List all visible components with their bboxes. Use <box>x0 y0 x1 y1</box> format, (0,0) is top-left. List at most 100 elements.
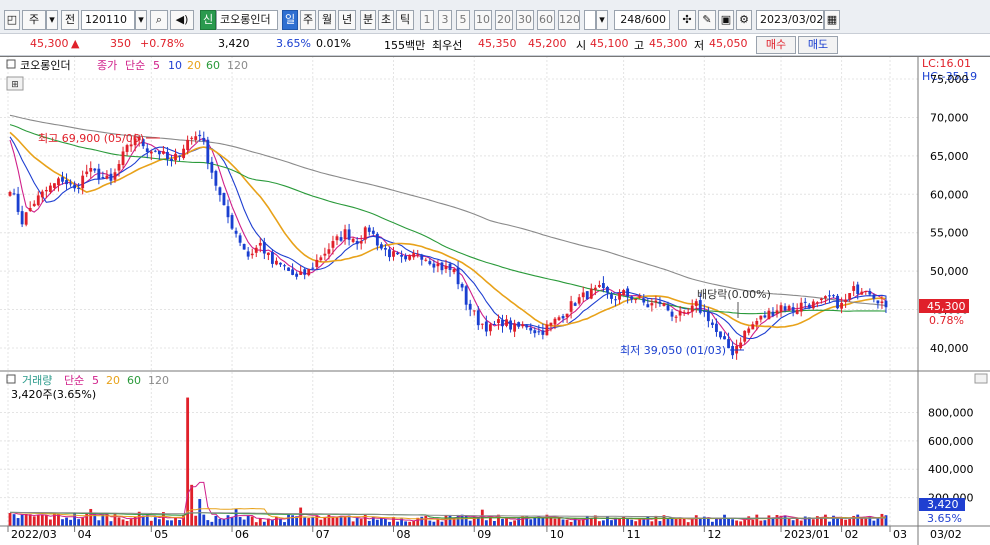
market-type-chevron-down-icon[interactable]: ▾ <box>46 10 58 30</box>
interval-chevron-down-icon[interactable]: ▾ <box>596 10 608 30</box>
candle-body <box>589 288 593 299</box>
x-tick-label: 02 <box>845 528 859 541</box>
volume-bar <box>226 515 230 526</box>
chart-layout-icon[interactable]: ◰ <box>4 10 20 30</box>
volume-bar <box>706 518 710 526</box>
volume-bar <box>8 513 12 526</box>
volume-bar <box>81 517 85 526</box>
volume-bar <box>186 397 190 526</box>
volume-bar <box>799 520 803 526</box>
volume-bar <box>412 520 416 526</box>
interval-button-30[interactable]: 30 <box>516 10 534 30</box>
interval-button-3[interactable]: 3 <box>438 10 452 30</box>
candle-body <box>476 310 480 326</box>
volume-bar <box>275 516 278 526</box>
volume-bar <box>569 521 573 526</box>
candle-body <box>658 301 662 304</box>
volume-bar <box>819 517 823 526</box>
candle-body <box>561 316 565 319</box>
sell-button[interactable]: 매도 <box>798 36 838 54</box>
volume-bar <box>602 520 605 526</box>
gear-icon[interactable]: ⚙ <box>736 10 752 30</box>
interval-custom-input[interactable] <box>584 10 596 30</box>
interval-button-1[interactable]: 1 <box>420 10 434 30</box>
candle-body <box>125 145 129 152</box>
calendar-icon[interactable]: ▦ <box>824 10 840 30</box>
volume-bar <box>638 519 642 526</box>
candle-body <box>509 320 512 330</box>
period-button-week[interactable]: 주 <box>300 10 316 30</box>
volume-bar <box>731 519 734 526</box>
trust-badge[interactable]: 신 <box>200 10 216 30</box>
candle-body <box>791 307 795 312</box>
period-button-minute[interactable]: 분 <box>360 10 376 30</box>
candle-body <box>202 137 206 142</box>
speaker-icon[interactable]: ◀) <box>170 10 194 30</box>
stock-code-chevron-down-icon[interactable]: ▾ <box>135 10 147 30</box>
interval-button-120[interactable]: 120 <box>558 10 580 30</box>
candle-body <box>12 193 16 195</box>
buy-button[interactable]: 매수 <box>756 36 796 54</box>
candle-body <box>388 249 391 258</box>
volume-bar <box>840 517 843 526</box>
date-input[interactable]: 2023/03/02 <box>756 10 824 30</box>
stock-code-input[interactable]: 120110 <box>81 10 135 30</box>
candle-body <box>145 148 149 152</box>
candle-body <box>719 331 722 338</box>
volume-tick-label: 600,000 <box>928 435 974 448</box>
volume-bar <box>444 515 448 526</box>
candle-body <box>53 183 56 188</box>
period-button-year[interactable]: 년 <box>338 10 356 30</box>
volume-bar <box>658 521 662 526</box>
interval-button-60[interactable]: 60 <box>537 10 555 30</box>
interval-button-10[interactable]: 10 <box>474 10 492 30</box>
volume-bar <box>828 521 831 526</box>
high-label: 고 <box>634 39 645 52</box>
candle-body <box>464 286 468 305</box>
volume-bar <box>69 519 72 526</box>
crosshair-icon[interactable]: ✣ <box>678 10 696 30</box>
x-tick-label: 2022/03 <box>11 528 57 541</box>
candle-body <box>497 319 500 324</box>
volume-bar <box>876 517 880 526</box>
candle-body <box>335 236 339 241</box>
drawing-tools-icon[interactable]: ✎ <box>698 10 716 30</box>
candle-body <box>28 208 32 211</box>
volume-bar <box>755 514 759 526</box>
prev-button[interactable]: 전 <box>61 10 79 30</box>
candle-body <box>73 184 77 189</box>
x-tick-label: 07 <box>316 528 330 541</box>
candle-body <box>424 259 428 261</box>
volume-bar <box>791 520 795 526</box>
candle-body <box>828 295 831 297</box>
volume-bar <box>654 515 658 526</box>
period-button-second[interactable]: 초 <box>378 10 394 30</box>
candle-body <box>24 212 28 225</box>
data-count-field[interactable]: 248/600 <box>614 10 670 30</box>
save-icon[interactable]: ▣ <box>718 10 734 30</box>
period-button-day[interactable]: 일 <box>282 10 298 30</box>
volume-bar <box>694 515 698 526</box>
candle-body <box>824 296 827 299</box>
candle-body <box>472 310 476 312</box>
period-button-tick[interactable]: 틱 <box>396 10 414 30</box>
volume-bar <box>174 517 177 526</box>
candle-body <box>666 305 670 311</box>
x-tick-label: 12 <box>707 528 721 541</box>
chart-canvas[interactable]: 코오롱인더 종가 단순 5 10 20 60 120 ⊞ LC:16.01 HC… <box>0 56 990 545</box>
volume-panel-collapse-icon[interactable] <box>974 373 988 384</box>
volume-bar <box>824 514 827 526</box>
period-button-month[interactable]: 월 <box>318 10 336 30</box>
market-type-select[interactable]: 주 <box>22 10 46 30</box>
candle-body <box>121 151 125 166</box>
candle-body <box>602 283 605 289</box>
candle-body <box>557 317 561 321</box>
search-icon[interactable]: ⌕ <box>150 10 168 30</box>
candle-body <box>747 328 751 333</box>
interval-button-20[interactable]: 20 <box>495 10 513 30</box>
high-price: 45,300 <box>649 37 688 50</box>
candle-body <box>339 237 343 241</box>
interval-button-5[interactable]: 5 <box>456 10 470 30</box>
volume-bar <box>678 518 682 526</box>
turnover-pct: 0.01% <box>316 37 351 50</box>
